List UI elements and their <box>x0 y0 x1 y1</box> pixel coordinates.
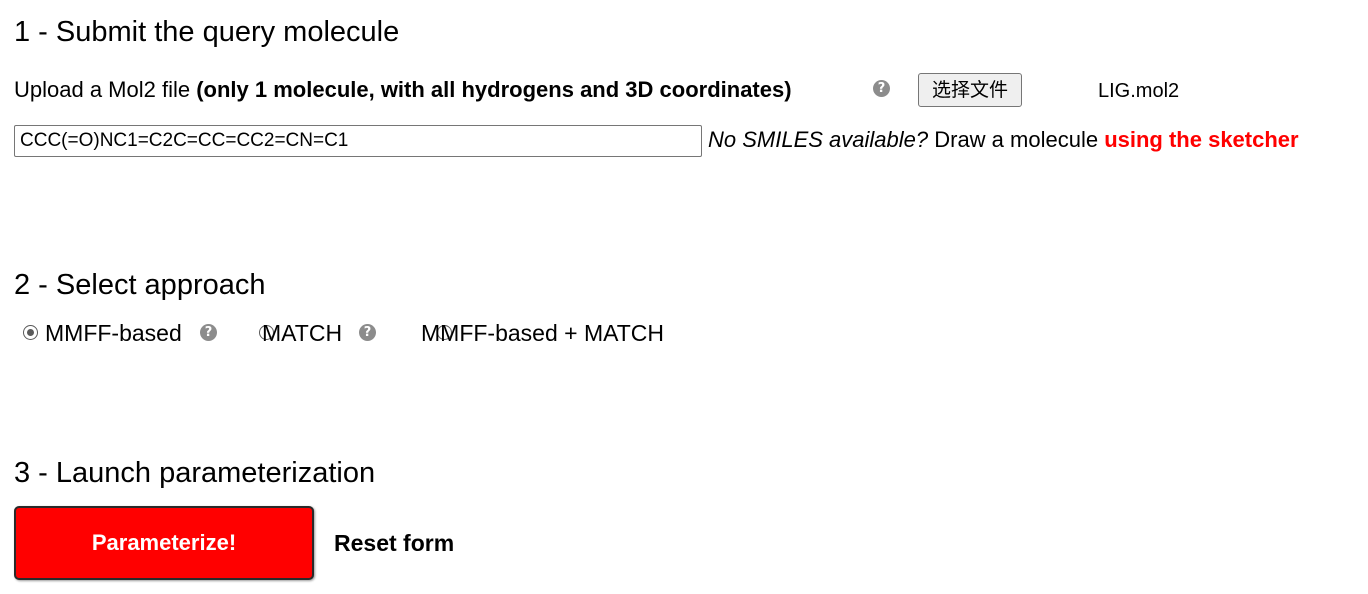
smiles-hint-question: No SMILES available? <box>708 127 929 152</box>
help-icon-match[interactable]: ? <box>359 324 376 341</box>
sketcher-link[interactable]: using the sketcher <box>1104 127 1298 152</box>
upload-hint: (only 1 molecule, with all hydrogens and… <box>196 77 792 102</box>
selected-file-name: LIG.mol2 <box>1098 80 1180 102</box>
radio-label-mmff-based[interactable]: MMFF-based <box>45 320 182 347</box>
parameterize-button[interactable]: Parameterize! <box>14 506 314 580</box>
section3-title: 3 - Launch parameterization <box>14 457 376 489</box>
smiles-hint: No SMILES available? Draw a molecule usi… <box>708 127 1299 153</box>
radio-label-match[interactable]: MATCH <box>262 320 342 347</box>
smiles-hint-text: Draw a molecule <box>928 127 1105 152</box>
section2-title: 2 - Select approach <box>14 269 266 301</box>
section1-title: 1 - Submit the query molecule <box>14 16 400 48</box>
help-icon-mmff[interactable]: ? <box>200 324 217 341</box>
choose-file-button[interactable]: 选择文件 <box>918 73 1022 107</box>
smiles-input[interactable] <box>14 125 702 157</box>
reset-form-button[interactable]: Reset form <box>334 530 454 557</box>
help-icon[interactable]: ? <box>873 80 890 97</box>
radio-mmff-based[interactable] <box>23 325 38 340</box>
upload-row: Upload a Mol2 file (only 1 molecule, wit… <box>14 77 792 103</box>
radio-label-mmff-match[interactable]: MMFF-based + MATCH <box>421 320 664 347</box>
upload-label: Upload a Mol2 file <box>14 77 197 102</box>
